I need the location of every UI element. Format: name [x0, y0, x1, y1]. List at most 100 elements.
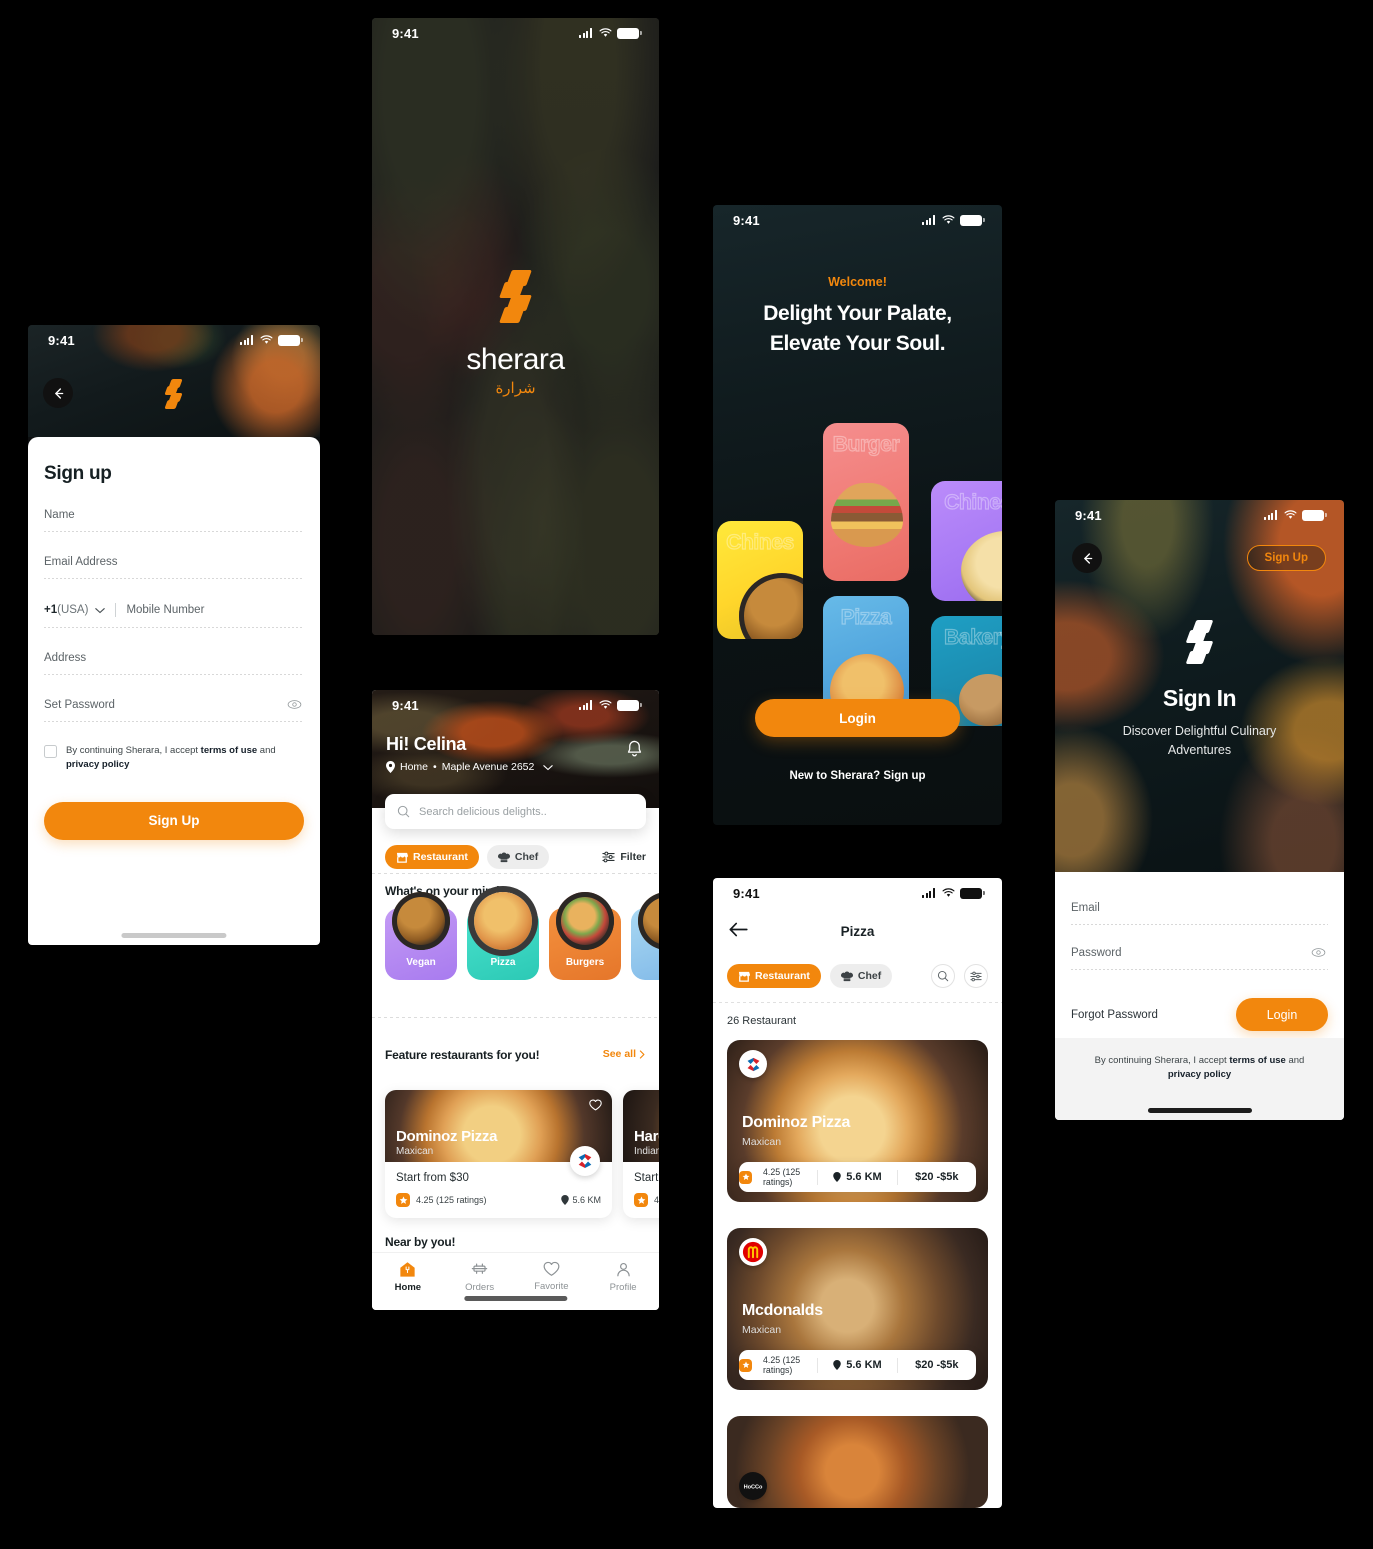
star-icon — [739, 1170, 752, 1184]
terms-checkbox[interactable] — [44, 745, 57, 758]
chip-restaurant[interactable]: Restaurant — [385, 845, 479, 869]
restaurant-name: Hardees — [634, 1128, 659, 1145]
email-field[interactable]: Email — [1071, 902, 1328, 925]
wifi-icon — [599, 28, 612, 37]
star-icon — [396, 1193, 410, 1207]
home-indicator — [463, 1296, 568, 1301]
cellular-signal-icon — [240, 335, 255, 345]
field-underline — [44, 674, 304, 675]
cellular-signal-icon — [579, 28, 594, 38]
battery-icon — [617, 699, 642, 711]
arrow-left-icon — [1083, 552, 1092, 564]
category-card-chinese-yellow[interactable]: Chines — [717, 521, 803, 639]
headline-line-2: Elevate Your Soul. — [769, 331, 946, 355]
address-separator: • — [433, 761, 437, 773]
list-item[interactable]: HoCCo — [727, 1416, 988, 1508]
name-field[interactable]: Name — [44, 509, 304, 532]
see-all-button[interactable]: See all — [603, 1048, 646, 1060]
email-field[interactable]: Email Address — [44, 556, 304, 579]
home-indicator — [1147, 1108, 1252, 1113]
restaurant-info-bar: 4.25 (125 ratings) 5.6 KM $20 -$5k — [739, 1350, 976, 1380]
field-underline — [44, 721, 304, 722]
password-field[interactable]: Set Password — [44, 699, 304, 722]
page-title: Pizza — [840, 924, 875, 939]
chip-chef[interactable]: Chef — [486, 845, 550, 869]
terms-of-use-link[interactable]: terms of use — [1229, 1055, 1286, 1066]
feature-heading: Feature restaurants for you! — [385, 1048, 540, 1062]
terms-prefix: By continuing Sherara, I accept — [1094, 1055, 1230, 1066]
eye-icon — [1311, 948, 1326, 957]
tab-orders[interactable]: Orders — [444, 1261, 516, 1293]
login-button[interactable]: Login — [755, 699, 960, 737]
list-item[interactable]: Mcdonalds Maxican 4.25 (125 ratings) 5.6… — [727, 1228, 988, 1390]
chinese-image — [638, 892, 659, 950]
heart-outline-icon — [589, 1099, 602, 1111]
status-bar: 9:41 — [713, 205, 1002, 235]
restaurant-meta: 4.25 (125 ratings) 5.6 KM — [634, 1193, 659, 1207]
category-list: Vegan Pizza Burgers Ch — [385, 892, 659, 980]
terms-acceptance-row[interactable]: By continuing Sherara, I accept terms of… — [44, 744, 304, 772]
category-pizza[interactable]: Pizza — [467, 892, 539, 980]
wifi-icon — [599, 700, 612, 709]
terms-of-use-link[interactable]: terms of use — [201, 745, 258, 756]
favorite-button[interactable] — [589, 1098, 602, 1116]
mobile-field[interactable]: +1(USA) Mobile Number — [44, 603, 304, 628]
terms-mid: and — [1285, 1055, 1305, 1066]
tab-profile[interactable]: Profile — [587, 1261, 659, 1293]
heart-icon — [543, 1261, 560, 1276]
category-chinese[interactable]: Ch — [631, 892, 659, 980]
terms-text: By continuing Sherara, I accept terms of… — [1083, 1054, 1316, 1083]
arrow-left-icon — [54, 387, 63, 399]
category-burgers[interactable]: Burgers — [549, 892, 621, 980]
password-field[interactable]: Password — [1071, 947, 1328, 970]
back-button[interactable] — [1072, 543, 1102, 573]
delivery-address-selector[interactable]: Home • Maple Avenue 2652 — [386, 761, 554, 773]
welcome-headline: Delight Your Palate, Elevate Your Soul. — [713, 299, 1002, 359]
notifications-button[interactable] — [626, 740, 643, 763]
chip-chef[interactable]: Chef — [829, 964, 893, 988]
toggle-password-visibility[interactable] — [287, 697, 302, 715]
chevron-down-icon[interactable] — [543, 764, 554, 771]
signup-prompt-link[interactable]: New to Sherara? Sign up — [713, 770, 1002, 782]
chevron-down-icon[interactable] — [95, 607, 106, 614]
signup-button[interactable]: Sign Up — [1246, 545, 1326, 571]
country-code-selector[interactable]: +1(USA) — [44, 604, 88, 616]
card-caption: Chines — [944, 490, 1002, 514]
search-input[interactable]: Search delicious delights.. — [385, 794, 646, 829]
star-icon — [739, 1358, 752, 1372]
tab-favorite[interactable]: Favorite — [516, 1261, 588, 1292]
signup-submit-button[interactable]: Sign Up — [44, 801, 304, 840]
chip-restaurant-label: Restaurant — [755, 970, 810, 982]
category-vegan[interactable]: Vegan — [385, 892, 457, 980]
status-time: 9:41 — [1075, 507, 1102, 523]
rating-cell: 4.25 (125 ratings) — [739, 1355, 817, 1375]
tab-home[interactable]: Home — [372, 1261, 444, 1293]
filter-button[interactable] — [964, 964, 988, 988]
list-item[interactable]: Dominoz Pizza Maxican 4.25 (125 ratings)… — [727, 1040, 988, 1202]
splash-logo-block: sherara شرارة — [372, 270, 659, 397]
category-label: Pizza — [490, 957, 516, 968]
restaurant-card[interactable]: Hardees Indian Start from $25 4.25 (125 … — [623, 1090, 659, 1218]
card-caption: Burger — [832, 432, 900, 456]
back-button[interactable] — [43, 378, 73, 408]
signin-actions-row: Forgot Password Login — [1071, 998, 1328, 1031]
restaurant-card[interactable]: Dominoz Pizza Maxican Start from $30 4.2… — [385, 1090, 612, 1218]
toggle-password-visibility[interactable] — [1311, 945, 1326, 963]
welcome-screen: 9:41 Welcome! Delight Your Palate, Eleva… — [713, 205, 1002, 825]
privacy-policy-link[interactable]: privacy policy — [66, 759, 129, 770]
divider — [372, 1017, 659, 1018]
category-card-chinese-purple[interactable]: Chines — [931, 481, 1002, 601]
country-code: +1 — [44, 604, 58, 616]
search-button[interactable] — [931, 964, 955, 988]
field-underline — [1071, 969, 1328, 970]
location-pin-icon — [386, 761, 395, 773]
email-label: Email Address — [44, 556, 118, 568]
category-card-burger[interactable]: Burger — [823, 423, 909, 581]
chip-restaurant[interactable]: Restaurant — [727, 964, 821, 988]
email-label: Email — [1071, 902, 1100, 914]
filter-button[interactable]: Filter — [602, 851, 646, 863]
forgot-password-link[interactable]: Forgot Password — [1071, 1009, 1158, 1021]
login-button[interactable]: Login — [1236, 998, 1328, 1031]
address-field[interactable]: Address — [44, 652, 304, 675]
privacy-policy-link[interactable]: privacy policy — [1168, 1069, 1231, 1080]
